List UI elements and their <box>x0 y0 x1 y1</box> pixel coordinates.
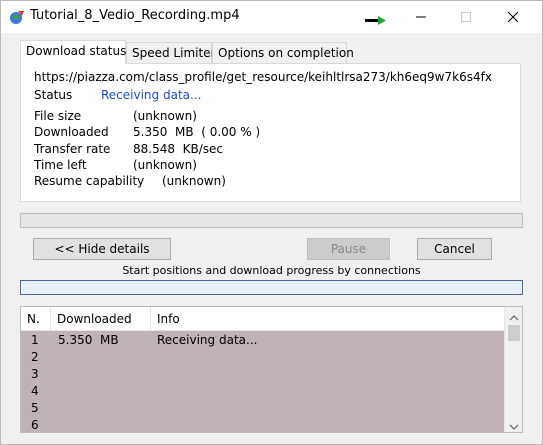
list-item[interactable]: 3 <box>21 366 504 383</box>
column-header-downloaded[interactable]: Downloaded <box>51 307 151 331</box>
hide-details-button[interactable]: << Hide details <box>33 238 171 260</box>
column-header-info[interactable]: Info <box>151 307 504 331</box>
connection-number: 5 <box>31 401 39 415</box>
tab-label: Speed Limiter <box>132 46 216 60</box>
list-scrollbar[interactable] <box>504 307 522 432</box>
list-item[interactable]: 4 <box>21 383 504 400</box>
list-item[interactable]: 6 <box>21 417 504 432</box>
resume-capability-value: (unknown) <box>162 174 226 188</box>
title-bar[interactable]: Tutorial_8_Vedio_Recording.mp4 <box>1 1 542 33</box>
time-left-value: (unknown) <box>133 158 197 172</box>
status-value: Receiving data... <box>101 88 202 102</box>
list-header: N. Downloaded Info <box>21 307 504 331</box>
connection-info: Receiving data... <box>157 333 258 347</box>
scroll-down-icon[interactable] <box>509 420 519 430</box>
download-status-panel: https://piazza.com/class_profile/get_res… <box>20 63 521 202</box>
connections-list[interactable]: N. Downloaded Info 1 5.350 MB Receiving … <box>20 306 523 433</box>
connection-number: 2 <box>31 350 39 364</box>
list-item[interactable]: 1 5.350 MB Receiving data... <box>21 332 504 349</box>
connection-downloaded: 5.350 MB <box>58 333 119 347</box>
column-header-n[interactable]: N. <box>21 307 51 331</box>
pause-button[interactable]: Pause <box>307 238 390 260</box>
scroll-up-icon[interactable] <box>509 311 519 321</box>
file-size-label: File size <box>34 109 82 123</box>
file-size-value: (unknown) <box>133 109 197 123</box>
list-item[interactable]: 5 <box>21 400 504 417</box>
connections-progress-bar <box>20 280 523 295</box>
transfer-rate-value: 88.548 KB/sec <box>133 142 223 156</box>
connections-caption: Start positions and download progress by… <box>122 264 421 277</box>
downloaded-value: 5.350 MB ( 0.00 % ) <box>133 125 261 139</box>
list-item[interactable]: 2 <box>21 349 504 366</box>
tab-label: Download status <box>26 44 127 58</box>
status-label: Status <box>34 88 73 102</box>
scrollbar-thumb[interactable] <box>508 325 520 341</box>
window-title: Tutorial_8_Vedio_Recording.mp4 <box>30 8 240 23</box>
tab-download-status[interactable]: Download status <box>20 40 126 64</box>
tab-speed-limiter[interactable]: Speed Limiter <box>126 42 216 63</box>
minimize-icon[interactable] <box>406 7 436 27</box>
tab-label: Options on completion <box>218 46 354 60</box>
connection-number: 3 <box>31 367 39 381</box>
tab-options-on-completion[interactable]: Options on completion <box>212 42 354 63</box>
cancel-button[interactable]: Cancel <box>417 238 492 260</box>
resume-capability-label: Resume capability <box>34 174 145 188</box>
download-window: Tutorial_8_Vedio_Recording.mp4 Download … <box>0 0 543 445</box>
transfer-rate-label: Transfer rate <box>34 142 111 156</box>
download-progress-bar <box>20 213 523 228</box>
connection-number: 1 <box>31 333 39 347</box>
close-icon[interactable] <box>498 7 528 27</box>
downloaded-label: Downloaded <box>34 125 109 139</box>
idm-globe-icon <box>9 9 25 25</box>
download-url: https://piazza.com/class_profile/get_res… <box>34 70 492 84</box>
time-left-label: Time left <box>34 158 87 172</box>
maximize-icon[interactable] <box>451 7 481 27</box>
connection-number: 6 <box>31 418 39 432</box>
green-arrow-icon <box>365 15 387 25</box>
connection-number: 4 <box>31 384 39 398</box>
list-body: 1 5.350 MB Receiving data... 2 3 4 5 6 <box>21 331 504 432</box>
